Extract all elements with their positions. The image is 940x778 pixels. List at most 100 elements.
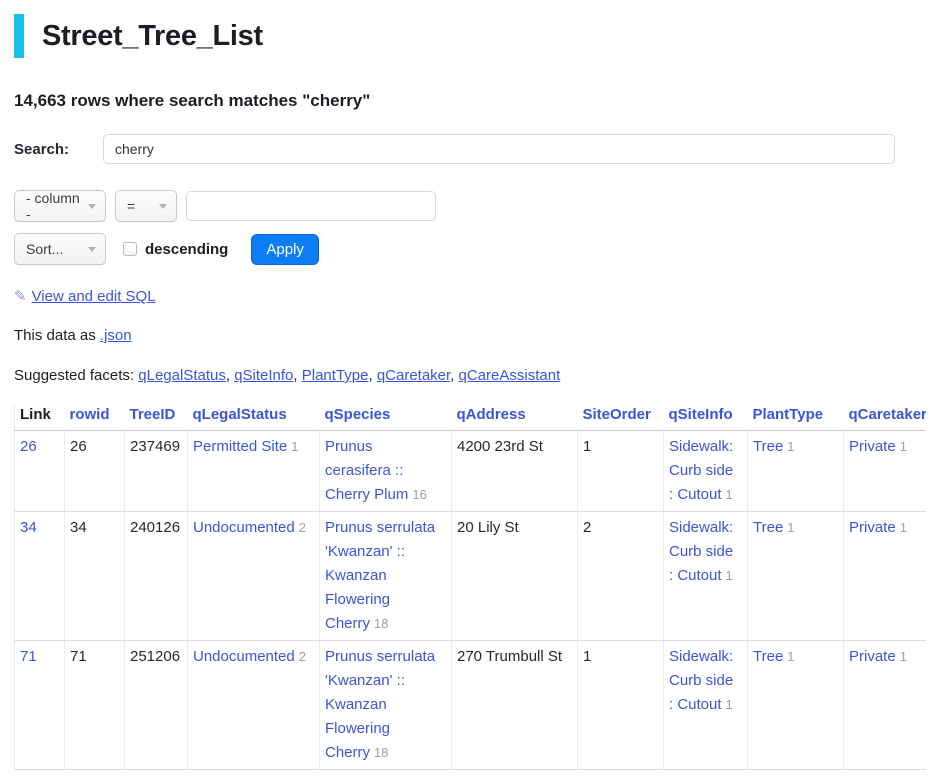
facet-link-qsiteinfo[interactable]: qSiteInfo bbox=[234, 367, 293, 384]
cell-treeid: 237469 bbox=[125, 431, 188, 512]
facet-count: 1 bbox=[900, 520, 907, 535]
chevron-down-icon bbox=[159, 204, 167, 209]
facet-value-link[interactable]: Permitted Site bbox=[193, 438, 287, 455]
filter-row: - column - = bbox=[14, 190, 926, 222]
page-header: Street_Tree_List bbox=[14, 14, 926, 58]
operator-select-value: = bbox=[127, 198, 135, 214]
facet-value-link[interactable]: Tree bbox=[753, 648, 783, 665]
table-row: 26 26 237469 Permitted Site 1 Prunus cera… bbox=[15, 431, 927, 512]
row-detail-link[interactable]: 71 bbox=[20, 648, 37, 665]
apply-button[interactable]: Apply bbox=[251, 234, 319, 265]
column-header-qlegalstatus: qLegalStatus bbox=[188, 404, 320, 431]
cell-treeid: 251206 bbox=[125, 641, 188, 770]
facet-value-link[interactable]: Tree bbox=[753, 438, 783, 455]
cell-qsiteinfo: Sidewalk: Curb side : Cutout1 bbox=[664, 512, 748, 641]
column-select-value: - column - bbox=[26, 190, 80, 222]
facet-count: 1 bbox=[291, 439, 298, 454]
export-prefix: This data as bbox=[14, 327, 96, 344]
cell-rowid: 26 bbox=[65, 431, 125, 512]
table-row: 71 71 251206 Undocumented 2 Prunus serrul… bbox=[15, 641, 927, 770]
sql-line: ✎ View and edit SQL bbox=[14, 288, 926, 306]
cell-qsiteinfo: Sidewalk: Curb side : Cutout1 bbox=[664, 641, 748, 770]
facet-count: 1 bbox=[726, 697, 733, 712]
column-header-qspecies: qSpecies bbox=[320, 404, 452, 431]
cell-qcaretaker: Private 1 bbox=[844, 512, 927, 641]
search-label: Search: bbox=[14, 141, 103, 158]
sort-by-qaddress-link[interactable]: qAddress bbox=[457, 406, 526, 423]
sort-by-siteorder-link[interactable]: SiteOrder bbox=[583, 406, 651, 423]
column-header-siteorder: SiteOrder bbox=[578, 404, 664, 431]
facet-link-qcaretaker[interactable]: qCaretaker bbox=[377, 367, 450, 384]
cell-qcaretaker: Private 1 bbox=[844, 431, 927, 512]
facet-link-qcareassistant[interactable]: qCareAssistant bbox=[459, 367, 561, 384]
facet-count: 1 bbox=[900, 649, 907, 664]
cell-qaddress: 270 Trumbull St bbox=[452, 641, 578, 770]
cell-link: 71 bbox=[15, 641, 65, 770]
facet-count: 1 bbox=[900, 439, 907, 454]
facet-value-link[interactable]: Sidewalk: Curb side : Cutout bbox=[669, 438, 733, 503]
sort-by-rowid-link[interactable]: rowid bbox=[70, 406, 110, 423]
sort-by-qcaretaker-link[interactable]: qCaretaker bbox=[849, 406, 927, 423]
facet-value-link[interactable]: Private bbox=[849, 648, 896, 665]
facet-link-qlegalstatus[interactable]: qLegalStatus bbox=[138, 367, 226, 384]
sort-by-qsiteinfo-link[interactable]: qSiteInfo bbox=[669, 406, 733, 423]
descending-label: descending bbox=[145, 241, 228, 258]
chevron-down-icon bbox=[88, 204, 96, 209]
cell-planttype: Tree1 bbox=[748, 512, 844, 641]
row-count-heading: 14,663 rows where search matches "cherry… bbox=[14, 91, 926, 111]
sort-by-qspecies-link[interactable]: qSpecies bbox=[325, 406, 391, 423]
cell-qlegalstatus: Permitted Site 1 bbox=[188, 431, 320, 512]
table-header-row: Link rowid TreeID qLegalStatus qSpecies … bbox=[15, 404, 927, 431]
cell-qspecies: Prunus serrulata 'Kwanzan' :: Kwanzan Fl… bbox=[320, 641, 452, 770]
facet-value-link[interactable]: Private bbox=[849, 519, 896, 536]
sort-row: Sort... descending Apply bbox=[14, 233, 926, 265]
cell-siteorder: 2 bbox=[578, 512, 664, 641]
sort-select-value: Sort... bbox=[26, 241, 63, 257]
column-header-planttype: PlantType bbox=[748, 404, 844, 431]
facet-value-link[interactable]: Undocumented bbox=[193, 648, 295, 665]
cell-qspecies: Prunus serrulata 'Kwanzan' :: Kwanzan Fl… bbox=[320, 512, 452, 641]
cell-planttype: Tree 1 bbox=[748, 641, 844, 770]
facet-value-link[interactable]: Sidewalk: Curb side : Cutout bbox=[669, 519, 733, 584]
facet-value-link[interactable]: Undocumented bbox=[193, 519, 295, 536]
operator-select[interactable]: = bbox=[115, 190, 177, 222]
json-link[interactable]: .json bbox=[100, 327, 132, 344]
facet-link-planttype[interactable]: PlantType bbox=[302, 367, 369, 384]
cell-rowid: 71 bbox=[65, 641, 125, 770]
chevron-down-icon bbox=[88, 247, 96, 252]
row-detail-link[interactable]: 26 bbox=[20, 438, 37, 455]
sort-by-treeid-link[interactable]: TreeID bbox=[130, 406, 176, 423]
column-header-qsiteinfo: qSiteInfo bbox=[664, 404, 748, 431]
cell-qlegalstatus: Undocumented 2 bbox=[188, 641, 320, 770]
column-header-treeid: TreeID bbox=[125, 404, 188, 431]
facet-value-link[interactable]: Prunus cerasifera :: Cherry Plum bbox=[325, 438, 408, 503]
suggested-facets: Suggested facets: qLegalStatus, qSiteInf… bbox=[14, 367, 926, 385]
sort-select[interactable]: Sort... bbox=[14, 233, 106, 265]
column-header-qcaretaker: qCaretaker bbox=[844, 404, 927, 431]
facet-count: 2 bbox=[299, 649, 306, 664]
facet-value-link[interactable]: Private bbox=[849, 438, 896, 455]
facet-count: 1 bbox=[787, 649, 794, 664]
cell-siteorder: 1 bbox=[578, 641, 664, 770]
table-row: 34 34 240126 Undocumented2 Prunus serrul… bbox=[15, 512, 927, 641]
sort-by-planttype-link[interactable]: PlantType bbox=[753, 406, 824, 423]
facet-count: 1 bbox=[726, 487, 733, 502]
column-header-link: Link bbox=[15, 404, 65, 431]
column-header-qaddress: qAddress bbox=[452, 404, 578, 431]
pencil-icon: ✎ bbox=[14, 288, 27, 305]
search-input[interactable] bbox=[103, 134, 895, 164]
descending-checkbox[interactable] bbox=[123, 242, 137, 256]
view-edit-sql-link[interactable]: View and edit SQL bbox=[32, 288, 156, 305]
results-table: Link rowid TreeID qLegalStatus qSpecies … bbox=[14, 404, 926, 770]
facet-value-link[interactable]: Tree bbox=[753, 519, 783, 536]
facet-count: 1 bbox=[787, 439, 794, 454]
column-header-rowid: rowid bbox=[65, 404, 125, 431]
facet-value-link[interactable]: Sidewalk: Curb side : Cutout bbox=[669, 648, 733, 713]
cell-planttype: Tree 1 bbox=[748, 431, 844, 512]
filter-value-input[interactable] bbox=[186, 191, 436, 221]
row-detail-link[interactable]: 34 bbox=[20, 519, 37, 536]
cell-qcaretaker: Private 1 bbox=[844, 641, 927, 770]
cell-qspecies: Prunus cerasifera :: Cherry Plum16 bbox=[320, 431, 452, 512]
column-select[interactable]: - column - bbox=[14, 190, 106, 222]
sort-by-qlegalstatus-link[interactable]: qLegalStatus bbox=[193, 406, 287, 423]
